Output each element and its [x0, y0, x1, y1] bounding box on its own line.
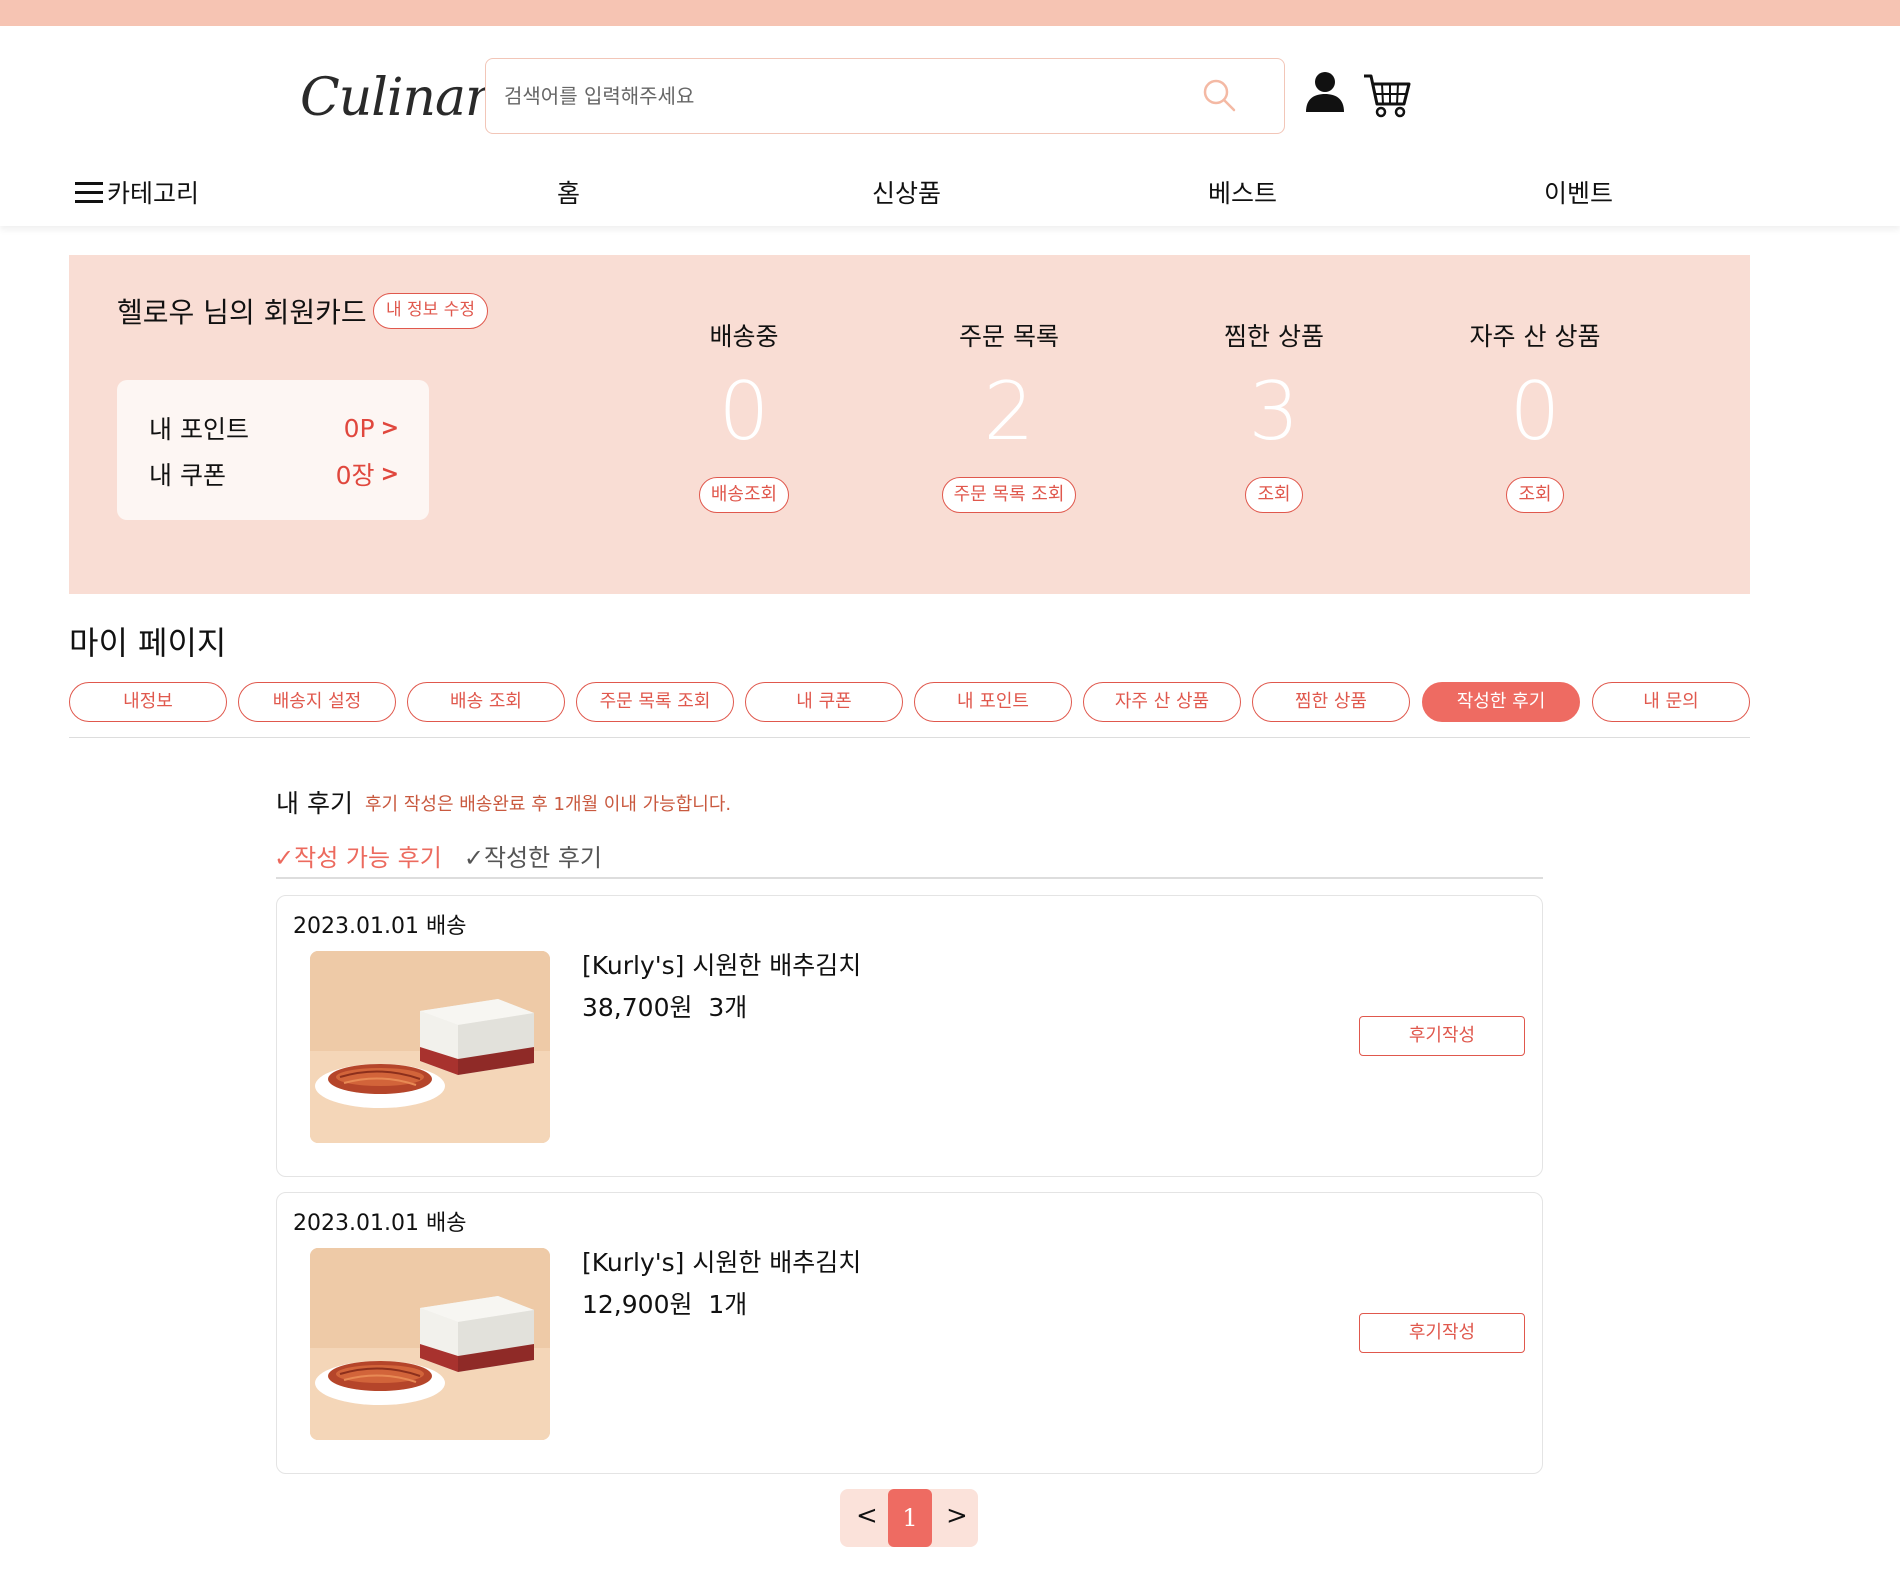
- member-card: 헬로우 님의 회원카드 내 정보 수정 내 포인트 0P > 내 쿠폰 0장 > 배…: [69, 255, 1750, 594]
- coupons-row[interactable]: 내 쿠폰 0장 >: [149, 456, 399, 492]
- search-input[interactable]: [504, 59, 1204, 132]
- product-qty: 1개: [708, 1290, 748, 1319]
- stat-shipping: 배송중 0 배송조회: [629, 317, 859, 513]
- product-price: 12,900원: [582, 1290, 693, 1319]
- stat-orders: 주문 목록 2 주문 목록 조회: [894, 317, 1124, 513]
- reviews-title: 내 후기: [276, 789, 353, 818]
- tab-frequent[interactable]: 자주 산 상품: [1083, 682, 1241, 722]
- tab-points[interactable]: 내 포인트: [914, 682, 1072, 722]
- tab-my-info[interactable]: 내정보: [69, 682, 227, 722]
- search-icon[interactable]: [1201, 77, 1239, 115]
- coupons-value: 0장: [335, 461, 375, 490]
- nav-event[interactable]: 이벤트: [1544, 174, 1613, 210]
- pagination: < 1 >: [840, 1489, 978, 1547]
- tab-reviews[interactable]: 작성한 후기: [1422, 682, 1580, 722]
- points-row[interactable]: 내 포인트 0P >: [149, 410, 399, 446]
- product-price-qty: 12,900원 1개: [582, 1285, 747, 1321]
- product-price-qty: 38,700원 3개: [582, 988, 747, 1024]
- review-card: 2023.01.01 배송 [Kurly's] 시원한 배추김치 38,700원…: [276, 895, 1543, 1177]
- category-menu[interactable]: 카테고리: [75, 174, 199, 210]
- stat-wishlist: 찜한 상품 3 조회: [1159, 317, 1389, 513]
- divider: [69, 737, 1750, 738]
- write-review-button[interactable]: 후기작성: [1359, 1016, 1525, 1056]
- subtab-written[interactable]: ✓작성한 후기: [464, 838, 602, 873]
- culinari-logo[interactable]: Culinari: [300, 68, 506, 128]
- points-value: 0P: [343, 413, 375, 443]
- reviews-note: 후기 작성은 배송완료 후 1개월 이내 가능합니다.: [365, 794, 732, 815]
- top-accent-bar: [0, 0, 1900, 26]
- stat-label: 자주 산 상품: [1469, 322, 1601, 351]
- stat-value: 0: [718, 365, 770, 458]
- mypage-tabs: 내정보 배송지 설정 배송 조회 주문 목록 조회 내 쿠폰 내 포인트 자주 …: [69, 682, 1750, 722]
- stat-label: 주문 목록: [959, 322, 1059, 351]
- stat-frequent: 자주 산 상품 0 조회: [1420, 317, 1650, 513]
- product-name[interactable]: [Kurly's] 시원한 배추김치: [582, 1243, 861, 1279]
- current-page[interactable]: 1: [888, 1489, 932, 1547]
- tab-shipping[interactable]: 배송 조회: [407, 682, 565, 722]
- prev-page-button[interactable]: <: [856, 1501, 878, 1531]
- tab-orders[interactable]: 주문 목록 조회: [576, 682, 734, 722]
- delivery-date: 2023.01.01 배송: [293, 914, 467, 939]
- search-box[interactable]: [485, 58, 1285, 134]
- review-subtabs: ✓작성 가능 후기 ✓작성한 후기: [274, 838, 602, 873]
- stat-label: 배송중: [709, 322, 779, 351]
- subtab-writable[interactable]: ✓작성 가능 후기: [274, 838, 442, 873]
- chevron-right-icon: >: [380, 415, 399, 441]
- nav-best[interactable]: 베스트: [1208, 174, 1277, 210]
- site-header: Culinari 카테고리 홈 신상품 베스트 이벤트: [0, 26, 1900, 226]
- review-card: 2023.01.01 배송 [Kurly's] 시원한 배추김치 12,900원…: [276, 1192, 1543, 1474]
- user-icon[interactable]: [1303, 70, 1347, 114]
- stat-label: 찜한 상품: [1224, 322, 1324, 351]
- product-name[interactable]: [Kurly's] 시원한 배추김치: [582, 946, 861, 982]
- stat-value: 3: [1248, 365, 1300, 458]
- view-orders-button[interactable]: 주문 목록 조회: [941, 477, 1077, 513]
- product-image[interactable]: [310, 1248, 550, 1440]
- coupons-label: 내 쿠폰: [149, 461, 226, 490]
- category-label: 카테고리: [107, 179, 200, 208]
- track-shipping-button[interactable]: 배송조회: [698, 477, 790, 513]
- member-card-title: 헬로우 님의 회원카드: [117, 296, 367, 329]
- divider: [276, 877, 1543, 879]
- stat-value: 0: [1509, 365, 1561, 458]
- delivery-date: 2023.01.01 배송: [293, 1211, 467, 1236]
- product-image[interactable]: [310, 951, 550, 1143]
- stat-value: 2: [983, 365, 1035, 458]
- nav-home[interactable]: 홈: [557, 174, 580, 210]
- nav-new[interactable]: 신상품: [872, 174, 941, 210]
- cart-icon[interactable]: [1362, 70, 1412, 120]
- tab-coupons[interactable]: 내 쿠폰: [745, 682, 903, 722]
- tab-address[interactable]: 배송지 설정: [238, 682, 396, 722]
- tab-inquiries[interactable]: 내 문의: [1592, 682, 1750, 722]
- point-coupon-box: 내 포인트 0P > 내 쿠폰 0장 >: [117, 380, 429, 520]
- points-label: 내 포인트: [149, 415, 249, 444]
- page-title: 마이 페이지: [69, 624, 227, 662]
- view-wishlist-button[interactable]: 조회: [1245, 477, 1303, 513]
- next-page-button[interactable]: >: [946, 1501, 968, 1531]
- main-nav: 카테고리 홈 신상품 베스트 이벤트: [0, 174, 1900, 216]
- product-price: 38,700원: [582, 993, 693, 1022]
- chevron-right-icon: >: [380, 461, 399, 487]
- tab-wishlist[interactable]: 찜한 상품: [1252, 682, 1410, 722]
- view-frequent-button[interactable]: 조회: [1506, 477, 1564, 513]
- edit-profile-button[interactable]: 내 정보 수정: [373, 293, 489, 329]
- hamburger-icon: [75, 180, 103, 204]
- write-review-button[interactable]: 후기작성: [1359, 1313, 1525, 1353]
- product-qty: 3개: [708, 993, 748, 1022]
